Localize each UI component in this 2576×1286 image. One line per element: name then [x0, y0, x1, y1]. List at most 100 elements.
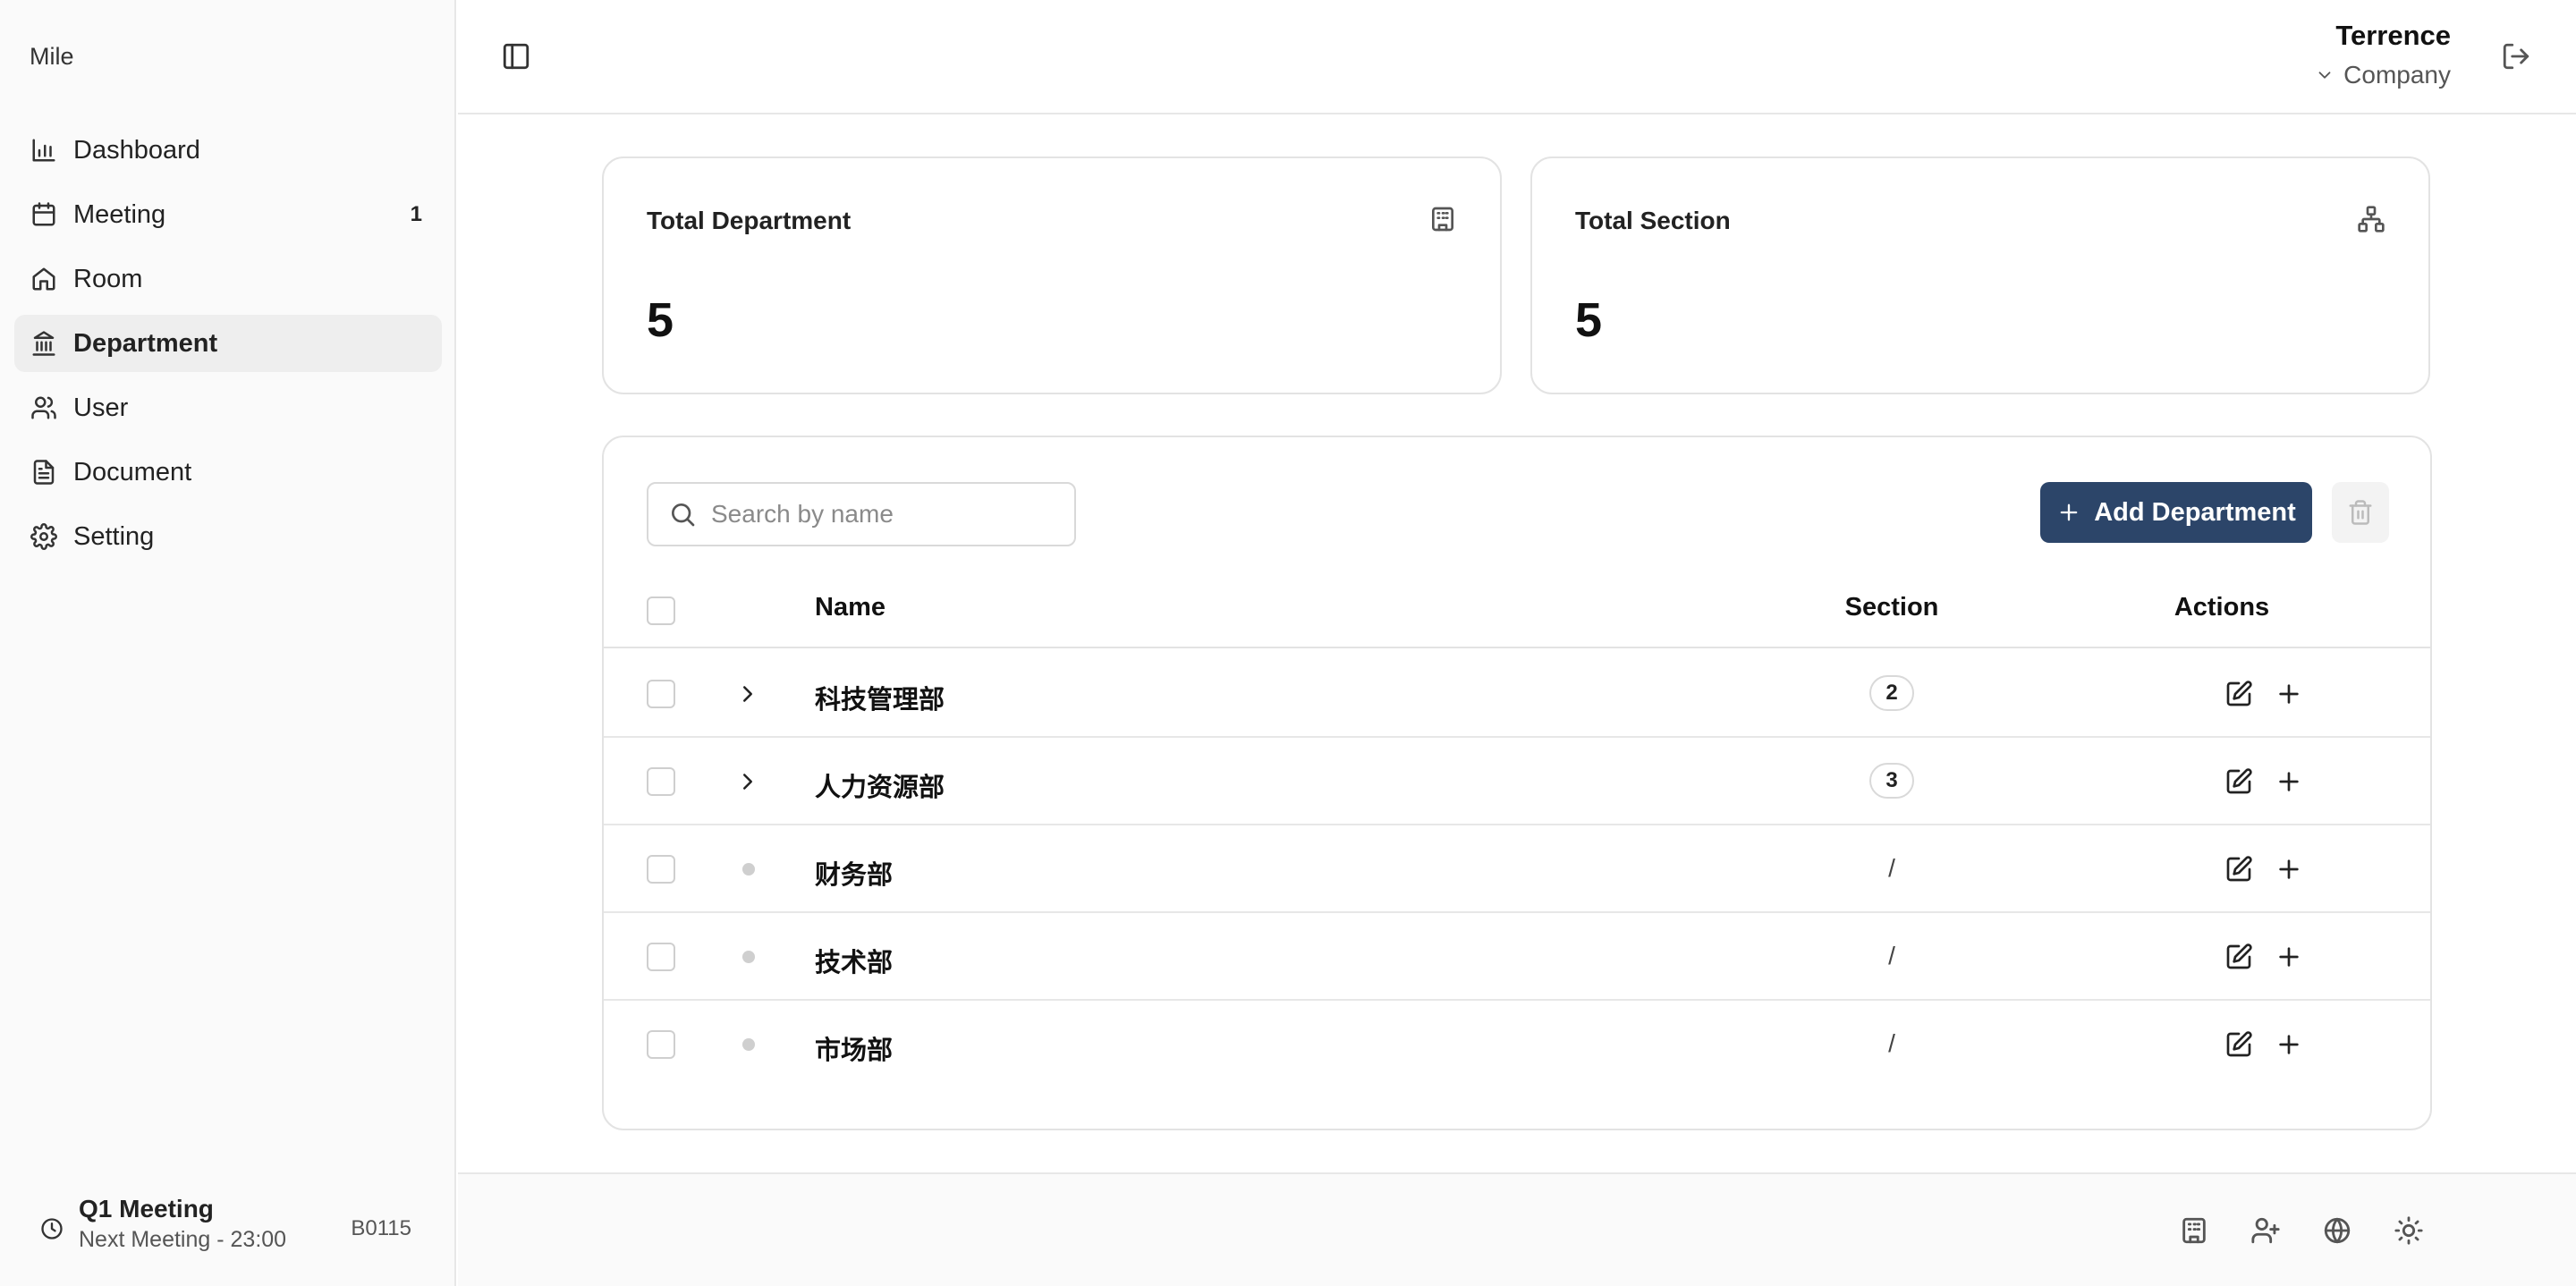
department-name: 市场部: [815, 1035, 894, 1065]
logout-icon[interactable]: [2501, 41, 2531, 72]
landmark-icon: [32, 331, 55, 356]
section-cell: 3: [1825, 763, 1959, 799]
network-icon: [2358, 206, 2385, 233]
department-name: 技术部: [815, 947, 894, 977]
clock-icon: [41, 1218, 63, 1239]
sidebar-item-setting[interactable]: Setting: [14, 508, 442, 565]
search-field[interactable]: [647, 482, 1076, 546]
department-name: 人力资源部: [815, 772, 945, 802]
department-table-card: Add Department Name Section Actions 科技管理…: [602, 436, 2432, 1130]
table-header: Name Section Actions: [604, 571, 2430, 648]
meeting-count-badge: 1: [410, 202, 422, 226]
row-checkbox[interactable]: [647, 767, 675, 796]
sidebar-item-label: Department: [73, 328, 218, 358]
file-text-icon: [33, 460, 55, 485]
select-all-checkbox[interactable]: [647, 596, 675, 625]
section-empty: /: [1888, 1029, 1895, 1057]
sidebar-item-label: Meeting: [73, 199, 166, 229]
section-count-badge: 2: [1869, 675, 1914, 711]
add-department-label: Add Department: [2094, 497, 2296, 527]
calendar-icon: [32, 202, 55, 226]
meeting-time: Next Meeting - 23:00: [79, 1227, 287, 1252]
edit-icon[interactable]: [2224, 767, 2253, 796]
sidebar-item-label: Document: [73, 457, 192, 486]
add-section-icon[interactable]: [2275, 1030, 2303, 1059]
stat-label: Total Department: [647, 207, 852, 234]
table-row: 人力资源部 3: [604, 738, 2430, 825]
user-name: Terrence: [2335, 20, 2451, 51]
chevron-right-icon[interactable]: [734, 681, 761, 707]
edit-icon[interactable]: [2224, 855, 2253, 884]
sidebar-item-user[interactable]: User: [14, 379, 442, 436]
add-section-icon[interactable]: [2275, 855, 2303, 884]
sidebar-item-label: Dashboard: [73, 135, 200, 165]
sidebar-item-label: Room: [73, 264, 143, 293]
sidebar-item-label: User: [73, 393, 129, 422]
chevron-down-icon: [2318, 72, 2331, 79]
bar-chart-icon: [32, 139, 55, 162]
leaf-dot-icon: [742, 863, 755, 876]
row-checkbox[interactable]: [647, 1030, 675, 1059]
company-label: Company: [2343, 61, 2451, 89]
sidebar-item-department[interactable]: Department: [14, 315, 442, 372]
chevron-right-icon[interactable]: [734, 768, 761, 795]
edit-icon[interactable]: [2224, 1030, 2253, 1059]
company-select[interactable]: Company: [2315, 61, 2451, 89]
add-department-button[interactable]: Add Department: [2040, 482, 2312, 543]
next-meeting-card[interactable]: Q1 Meeting Next Meeting - 23:00 B0115: [39, 1195, 424, 1266]
home-icon: [32, 267, 55, 291]
sidebar-item-room[interactable]: Room: [14, 250, 442, 308]
section-cell: 2: [1825, 675, 1959, 711]
meeting-title: Q1 Meeting: [79, 1195, 214, 1223]
section-cell: /: [1825, 1026, 1959, 1062]
user-plus-icon[interactable]: [2250, 1215, 2281, 1246]
building-icon: [1432, 207, 1453, 232]
trash-icon: [2349, 500, 2372, 525]
sidebar-item-label: Setting: [73, 521, 155, 551]
column-header-actions: Actions: [2174, 593, 2270, 622]
add-section-icon[interactable]: [2275, 680, 2303, 708]
total-section-card: Total Section 5: [1530, 157, 2430, 394]
sidebar: Mile Dashboard Meeting 1 Room Department…: [0, 0, 456, 1286]
column-header-section[interactable]: Section: [1825, 593, 1959, 622]
stat-label: Total Section: [1575, 207, 1731, 234]
app-brand: Mile: [30, 43, 74, 70]
sidebar-item-meeting[interactable]: Meeting 1: [14, 186, 442, 243]
column-header-name[interactable]: Name: [815, 593, 886, 622]
next-meeting-info: Q1 Meeting Next Meeting - 23:00: [79, 1195, 286, 1253]
table-row: 科技管理部 2: [604, 650, 2430, 738]
table-row: 技术部 /: [604, 913, 2430, 1001]
room-code: B0115: [351, 1216, 411, 1240]
department-name: 科技管理部: [815, 684, 945, 715]
edit-icon[interactable]: [2224, 680, 2253, 708]
building-icon[interactable]: [2179, 1215, 2209, 1246]
row-checkbox[interactable]: [647, 855, 675, 884]
sidebar-item-document[interactable]: Document: [14, 444, 442, 501]
department-name: 财务部: [815, 859, 894, 890]
sun-icon[interactable]: [2394, 1215, 2424, 1246]
sidebar-item-dashboard[interactable]: Dashboard: [14, 122, 442, 179]
add-section-icon[interactable]: [2275, 943, 2303, 971]
stat-value: 5: [1575, 293, 1603, 347]
section-cell: /: [1825, 850, 1959, 886]
bottom-toolbar: [458, 1172, 2576, 1286]
sidebar-toggle-icon[interactable]: [501, 41, 531, 72]
total-department-card: Total Department 5: [602, 157, 1502, 394]
add-section-icon[interactable]: [2275, 767, 2303, 796]
sidebar-nav: Dashboard Meeting 1 Room Department User…: [14, 122, 442, 572]
users-icon: [31, 396, 56, 419]
table-row: 财务部 /: [604, 825, 2430, 913]
row-checkbox[interactable]: [647, 943, 675, 971]
section-empty: /: [1888, 854, 1895, 882]
row-checkbox[interactable]: [647, 680, 675, 708]
edit-icon[interactable]: [2224, 943, 2253, 971]
delete-button[interactable]: [2332, 482, 2389, 543]
globe-icon[interactable]: [2322, 1215, 2352, 1246]
plus-icon: [2060, 503, 2078, 521]
top-header: Terrence Company: [458, 0, 2576, 114]
stat-value: 5: [647, 293, 674, 347]
search-input[interactable]: [711, 500, 1051, 529]
gear-icon: [30, 523, 57, 550]
search-icon: [672, 503, 695, 527]
section-cell: /: [1825, 938, 1959, 974]
